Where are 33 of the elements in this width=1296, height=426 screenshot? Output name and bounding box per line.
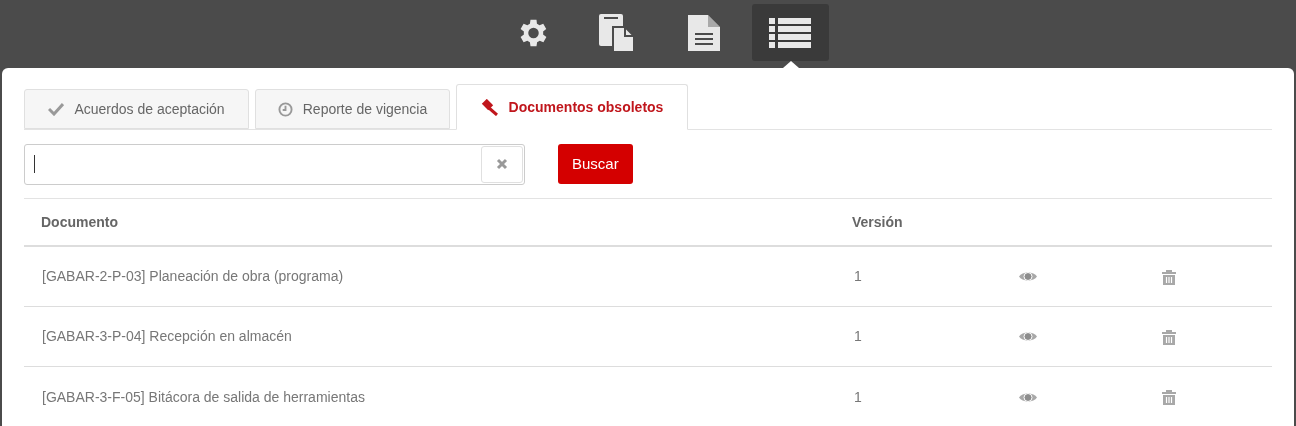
table-cell: 1: [854, 268, 862, 284]
trash-icon: [1162, 328, 1176, 345]
view-button[interactable]: [1018, 270, 1038, 283]
column-header: Versión: [852, 213, 903, 230]
table-cell: [GABAR-3-P-04] Recepción en almacén: [42, 328, 292, 344]
table-cell: [GABAR-2-P-03] Planeación de obra (programa): [42, 268, 344, 284]
close-icon: [496, 158, 508, 170]
trash-icon: [1162, 389, 1176, 405]
toolbar-button[interactable]: [751, 4, 829, 61]
tab[interactable]: Acuerdos de aceptación: [24, 89, 249, 129]
tab[interactable]: Reporte de vigencia: [255, 89, 450, 129]
table-cell: [GABAR-3-F-05] Bitácora de salida de herramientas: [42, 388, 365, 405]
trash-icon: [1162, 268, 1176, 285]
clock-icon: [277, 101, 293, 117]
table-cell: 1: [854, 388, 862, 405]
search-button[interactable]: Buscar: [558, 144, 633, 184]
eye-icon: [1018, 270, 1038, 283]
clear-button[interactable]: [481, 145, 523, 183]
eye-icon: [1018, 330, 1038, 343]
check-icon: [48, 102, 65, 116]
search-field[interactable]: [24, 143, 525, 185]
delete-button[interactable]: [1162, 268, 1176, 285]
eye-icon: [1018, 390, 1038, 404]
view-button[interactable]: [1018, 390, 1038, 404]
list-icon: [769, 15, 811, 50]
delete-button[interactable]: [1162, 389, 1176, 405]
document-icon: [686, 12, 722, 53]
view-button[interactable]: [1018, 330, 1038, 343]
gavel-icon: [480, 98, 499, 116]
column-header: Documento: [41, 213, 118, 230]
table-cell: 1: [854, 328, 862, 344]
delete-button[interactable]: [1162, 328, 1176, 345]
tab[interactable]: Documentos obsoletos: [456, 84, 688, 130]
